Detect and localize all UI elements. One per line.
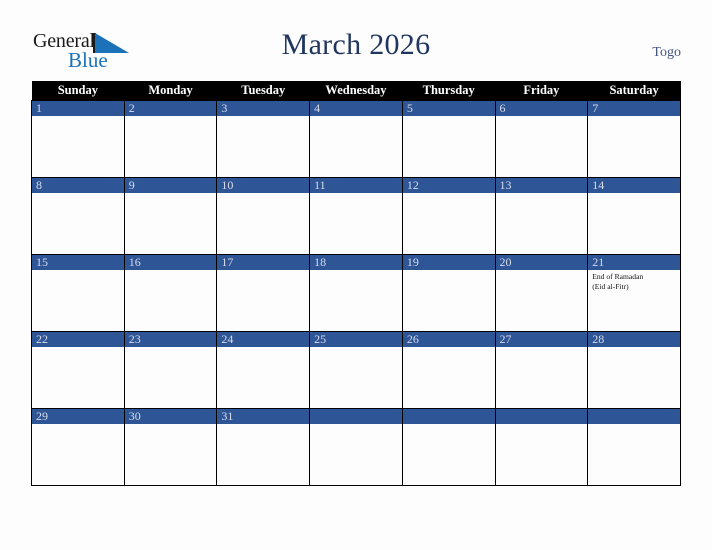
calendar-day-cell[interactable] xyxy=(309,408,403,486)
day-number: 2 xyxy=(124,101,217,116)
calendar-day-cell[interactable]: 9 xyxy=(123,177,218,255)
weekday-header-thursday: Thursday xyxy=(402,81,496,101)
weekday-header-saturday: Saturday xyxy=(587,81,681,101)
event-label: (Eid al-Fitr) xyxy=(592,281,629,291)
calendar-day-cell[interactable]: 29 xyxy=(31,408,125,486)
day-number: 29 xyxy=(32,409,124,424)
day-number: 15 xyxy=(32,255,124,270)
day-number: 27 xyxy=(495,332,588,347)
weekday-header-monday: Monday xyxy=(124,81,217,101)
calendar-day-cell[interactable]: 24 xyxy=(216,331,311,409)
day-number: 23 xyxy=(124,332,217,347)
day-number: 24 xyxy=(217,332,310,347)
weekday-header-tuesday: Tuesday xyxy=(216,81,310,101)
calendar-day-cell[interactable]: 19 xyxy=(401,254,496,332)
day-number: 22 xyxy=(32,332,124,347)
day-number: 14 xyxy=(588,178,680,193)
day-number: 10 xyxy=(217,178,310,193)
day-number: 3 xyxy=(217,101,310,116)
day-number: 11 xyxy=(310,178,402,193)
day-number: 25 xyxy=(310,332,402,347)
calendar-day-cell[interactable]: 6 xyxy=(494,100,589,178)
calendar-day-cell[interactable]: 26 xyxy=(401,331,496,409)
day-number: 31 xyxy=(217,409,310,424)
calendar-week-row: 29 30 31 xyxy=(31,408,681,486)
calendar-day-cell[interactable]: 3 xyxy=(216,100,311,178)
day-number: 12 xyxy=(402,178,495,193)
day-number: 20 xyxy=(495,255,588,270)
day-number: 26 xyxy=(402,332,495,347)
day-number: 16 xyxy=(124,255,217,270)
calendar-day-cell[interactable]: 7 xyxy=(587,100,681,178)
calendar-day-cell[interactable]: 30 xyxy=(123,408,218,486)
day-number: 17 xyxy=(217,255,310,270)
day-number: 5 xyxy=(402,101,495,116)
calendar-day-cell[interactable]: 5 xyxy=(401,100,496,178)
calendar-day-cell[interactable]: 25 xyxy=(309,331,403,409)
calendar-day-cell[interactable]: 11 xyxy=(309,177,403,255)
day-number: 7 xyxy=(588,101,680,116)
calendar-grid: Sunday Monday Tuesday Wednesday Thursday… xyxy=(31,81,681,486)
day-number: 13 xyxy=(495,178,588,193)
calendar-table: Sunday Monday Tuesday Wednesday Thursday… xyxy=(31,81,681,486)
day-number: 30 xyxy=(124,409,217,424)
day-number xyxy=(310,409,402,424)
calendar-day-cell[interactable]: 12 xyxy=(401,177,496,255)
day-events: End of Ramadan (Eid al-Fitr) xyxy=(588,270,680,291)
country-label: Togo xyxy=(652,45,681,60)
day-number: 28 xyxy=(588,332,680,347)
calendar-day-cell[interactable]: 16 xyxy=(123,254,218,332)
calendar-week-row: 22 23 24 25 26 27 28 xyxy=(31,331,681,409)
day-number: 1 xyxy=(32,101,124,116)
calendar-week-row: 15 16 17 18 19 20 21 End of Ramadan (Eid al-Fitr… xyxy=(31,254,681,332)
day-number xyxy=(495,409,588,424)
day-number: 18 xyxy=(310,255,402,270)
calendar-page: General Blue March 2026 Togo Sunday Mond… xyxy=(0,0,712,550)
calendar-day-cell[interactable]: 21 End of Ramadan (Eid al-Fitr) xyxy=(587,254,681,332)
weekday-header-row: Sunday Monday Tuesday Wednesday Thursday… xyxy=(31,81,681,101)
weekday-header-friday: Friday xyxy=(495,81,588,101)
calendar-day-cell[interactable]: 10 xyxy=(216,177,311,255)
calendar-day-cell[interactable]: 18 xyxy=(309,254,403,332)
event-label: End of Ramadan xyxy=(592,272,644,281)
calendar-day-cell[interactable]: 27 xyxy=(494,331,589,409)
calendar-day-cell[interactable]: 20 xyxy=(494,254,589,332)
calendar-day-cell[interactable]: 17 xyxy=(216,254,311,332)
calendar-day-cell[interactable]: 31 xyxy=(216,408,311,486)
page-title: March 2026 xyxy=(281,28,431,61)
calendar-week-row: 8 9 10 11 12 13 14 xyxy=(31,177,681,255)
calendar-day-cell[interactable]: 8 xyxy=(31,177,125,255)
weekday-header-wednesday: Wednesday xyxy=(309,81,403,101)
calendar-day-cell[interactable]: 23 xyxy=(123,331,218,409)
calendar-day-cell[interactable] xyxy=(587,408,681,486)
day-number xyxy=(588,409,680,424)
day-number: 21 xyxy=(588,255,680,270)
calendar-day-cell[interactable]: 28 xyxy=(587,331,681,409)
day-number: 9 xyxy=(124,178,217,193)
calendar-day-cell[interactable]: 22 xyxy=(31,331,125,409)
calendar-day-cell[interactable]: 2 xyxy=(123,100,218,178)
day-number: 19 xyxy=(402,255,495,270)
day-number: 4 xyxy=(310,101,402,116)
calendar-day-cell[interactable]: 14 xyxy=(587,177,681,255)
calendar-day-cell[interactable]: 4 xyxy=(309,100,403,178)
calendar-day-cell[interactable] xyxy=(401,408,496,486)
weekday-header-sunday: Sunday xyxy=(31,81,125,101)
day-number: 8 xyxy=(32,178,124,193)
calendar-day-cell[interactable]: 1 xyxy=(31,100,125,178)
day-number xyxy=(402,409,495,424)
calendar-day-cell[interactable] xyxy=(494,408,589,486)
calendar-day-cell[interactable]: 13 xyxy=(494,177,589,255)
calendar-day-cell[interactable]: 15 xyxy=(31,254,125,332)
day-number: 6 xyxy=(495,101,588,116)
calendar-body: 1 2 3 4 5 6 7 8 9 10 11 12 13 14 15 16 17 18 19 20 21 End of … xyxy=(31,100,681,486)
calendar-week-row: 1234567 xyxy=(31,100,681,178)
page-header: General Blue March 2026 Togo xyxy=(0,0,712,78)
